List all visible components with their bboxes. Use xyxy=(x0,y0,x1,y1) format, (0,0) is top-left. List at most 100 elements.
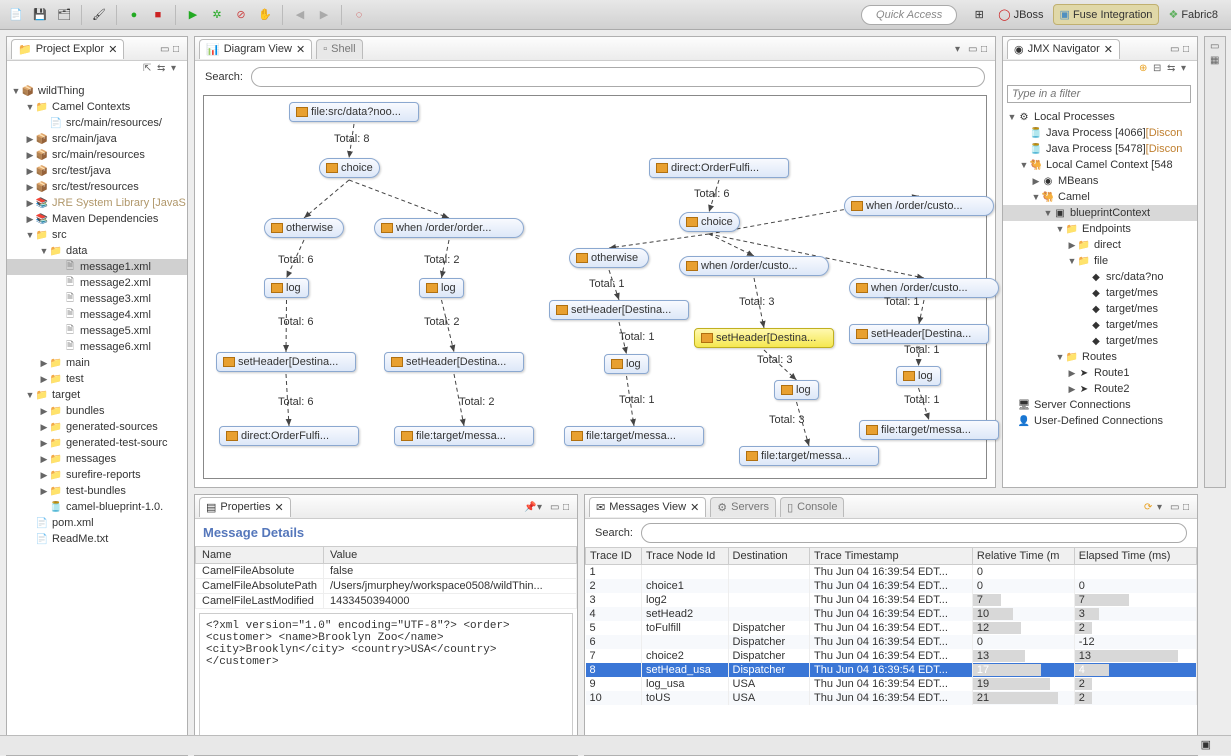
message-row[interactable]: 9log_usaUSAThu Jun 04 16:39:54 EDT...192 xyxy=(586,677,1197,691)
twisty-icon[interactable]: ▶ xyxy=(1067,368,1077,379)
messages-table[interactable]: Trace IDTrace Node IdDestinationTrace Ti… xyxy=(585,547,1197,705)
diagram-view-tab[interactable]: 📊 Diagram View ✕ xyxy=(199,39,312,59)
jmx-navigator-tab[interactable]: ◉ JMX Navigator ✕ xyxy=(1007,39,1120,59)
new-icon[interactable]: 📄 xyxy=(6,5,26,25)
message-row[interactable]: 4setHead2Thu Jun 04 16:39:54 EDT...103 xyxy=(586,607,1197,621)
twisty-icon[interactable]: ▶ xyxy=(1067,384,1077,395)
tree-item[interactable]: ▶📦src/test/resources xyxy=(7,179,187,195)
twisty-icon[interactable]: ▶ xyxy=(25,214,35,225)
diagram-node[interactable]: setHeader[Destina... xyxy=(694,328,834,348)
tree-item[interactable]: ▶📁generated-sources xyxy=(7,419,187,435)
twisty-icon[interactable]: ▼ xyxy=(1067,256,1077,266)
tree-item[interactable]: 📄src/main/resources/ xyxy=(7,115,187,131)
tree-item[interactable]: 🗎message1.xml xyxy=(7,259,187,275)
jmx-tree-item[interactable]: ◆target/mes xyxy=(1003,301,1197,317)
palette-icon[interactable]: ▦ xyxy=(1210,55,1220,65)
jmx-tree-item[interactable]: ◆target/mes xyxy=(1003,333,1197,349)
jmx-tree-item[interactable]: 🖥Server Connections xyxy=(1003,397,1197,413)
twisty-icon[interactable]: ▶ xyxy=(1031,176,1041,187)
jmx-tree-item[interactable]: ▼📁file xyxy=(1003,253,1197,269)
twisty-icon[interactable]: ▶ xyxy=(39,422,49,433)
tree-item[interactable]: ▶📁test xyxy=(7,371,187,387)
jmx-tree-item[interactable]: ◆src/data?no xyxy=(1003,269,1197,285)
shell-tab[interactable]: ▫ Shell xyxy=(316,39,362,59)
jmx-tree-item[interactable]: ▶➤Route2 xyxy=(1003,381,1197,397)
twisty-icon[interactable]: ▼ xyxy=(39,246,49,256)
tree-item[interactable]: ▶📦src/main/java xyxy=(7,131,187,147)
twisty-icon[interactable]: ▶ xyxy=(25,198,35,209)
maximize-icon[interactable]: □ xyxy=(1183,44,1193,54)
jmx-tree-item[interactable]: 👤User-Defined Connections xyxy=(1003,413,1197,429)
twisty-icon[interactable]: ▼ xyxy=(25,390,35,400)
tree-item[interactable]: 📄ReadMe.txt xyxy=(7,531,187,547)
hand-icon[interactable]: ✋ xyxy=(255,5,275,25)
saveall-icon[interactable]: 🗂 xyxy=(54,5,74,25)
open-perspective-icon[interactable]: ⊞ xyxy=(969,5,989,25)
servers-tab[interactable]: ⚙ Servers xyxy=(710,497,776,517)
tree-item[interactable]: 📄pom.xml xyxy=(7,515,187,531)
diagram-node[interactable]: choice xyxy=(319,158,380,178)
jmx-tree-item[interactable]: ▶◉MBeans xyxy=(1003,173,1197,189)
tree-item[interactable]: ▶📁test-bundles xyxy=(7,483,187,499)
console-tab[interactable]: ▯ Console xyxy=(780,497,844,517)
twisty-icon[interactable]: ▼ xyxy=(1055,224,1065,234)
tree-item[interactable]: 🫙camel-blueprint-1.0. xyxy=(7,499,187,515)
message-row[interactable]: 7choice2DispatcherThu Jun 04 16:39:54 ED… xyxy=(586,649,1197,663)
tree-item[interactable]: ▶📁messages xyxy=(7,451,187,467)
maximize-icon[interactable]: □ xyxy=(563,502,573,512)
diagram-canvas[interactable]: file:src/data?noo...choiceotherwisewhen … xyxy=(203,95,987,479)
message-row[interactable]: 5toFulfillDispatcherThu Jun 04 16:39:54 … xyxy=(586,621,1197,635)
minimize-icon[interactable]: ▭ xyxy=(1170,502,1180,512)
new-connection-icon[interactable]: ⊕ xyxy=(1139,63,1149,73)
jmx-tree-item[interactable]: ▼📁Endpoints xyxy=(1003,221,1197,237)
msg-col[interactable]: Elapsed Time (ms) xyxy=(1074,548,1196,565)
tree-item[interactable]: ▶📦src/main/resources xyxy=(7,147,187,163)
refresh-icon[interactable]: ⟳ xyxy=(1144,502,1154,512)
run-green-icon[interactable]: ● xyxy=(124,5,144,25)
twisty-icon[interactable]: ▼ xyxy=(1031,192,1041,202)
messages-view-tab[interactable]: ✉ Messages View ✕ xyxy=(589,497,706,517)
perspective-fabric8[interactable]: ❖Fabric8 xyxy=(1161,4,1225,25)
tree-item[interactable]: ▶📁generated-test-sourc xyxy=(7,435,187,451)
restore-icon[interactable]: ▭ xyxy=(1210,41,1220,51)
link-icon[interactable]: ⇆ xyxy=(1167,63,1177,73)
properties-row[interactable]: CamelFileAbsolutePath/Users/jmurphey/wor… xyxy=(196,579,577,594)
tree-item[interactable]: ▼📁target xyxy=(7,387,187,403)
tree-item[interactable]: ▶📁surefire-reports xyxy=(7,467,187,483)
diagram-node[interactable]: choice xyxy=(679,212,740,232)
twisty-icon[interactable]: ▶ xyxy=(39,374,49,385)
maximize-icon[interactable]: □ xyxy=(173,44,183,54)
msg-col[interactable]: Trace Node Id xyxy=(642,548,729,565)
progress-icon[interactable]: ◌ xyxy=(349,5,369,25)
twisty-icon[interactable]: ▶ xyxy=(39,470,49,481)
diagram-node[interactable]: when /order/custo... xyxy=(849,278,999,298)
diagram-node[interactable]: log xyxy=(604,354,649,374)
diagram-node[interactable]: log xyxy=(774,380,819,400)
back-icon[interactable]: ◀ xyxy=(290,5,310,25)
view-menu-icon[interactable]: ▾ xyxy=(955,44,965,54)
tree-item[interactable]: 🗎message5.xml xyxy=(7,323,187,339)
diagram-node[interactable]: file:src/data?noo... xyxy=(289,102,419,122)
diagram-node[interactable]: when /order/custo... xyxy=(844,196,994,216)
jmx-tree-item[interactable]: ▼🐫Local Camel Context [548 xyxy=(1003,157,1197,173)
diagram-node[interactable]: file:target/messa... xyxy=(564,426,704,446)
diagram-search-input[interactable] xyxy=(251,67,985,87)
diagram-node[interactable]: otherwise xyxy=(569,248,649,268)
jmx-tree-item[interactable]: ▼▣blueprintContext xyxy=(1003,205,1197,221)
tree-item[interactable]: 🗎message3.xml xyxy=(7,291,187,307)
message-row[interactable]: 8setHead_usaDispatcherThu Jun 04 16:39:5… xyxy=(586,663,1197,677)
minimize-icon[interactable]: ▭ xyxy=(550,502,560,512)
props-col-name[interactable]: Name xyxy=(196,547,324,564)
diagram-node[interactable]: file:target/messa... xyxy=(394,426,534,446)
twisty-icon[interactable]: ▶ xyxy=(25,150,35,161)
tree-item[interactable]: ▶📚JRE System Library [JavaS xyxy=(7,195,187,211)
diagram-node[interactable]: log xyxy=(419,278,464,298)
perspective-fuse[interactable]: ▣Fuse Integration xyxy=(1053,4,1160,25)
maximize-icon[interactable]: □ xyxy=(1183,502,1193,512)
diagram-node[interactable]: log xyxy=(896,366,941,386)
tree-item[interactable]: ▼📁src xyxy=(7,227,187,243)
debug-icon[interactable]: ✲ xyxy=(207,5,227,25)
tree-item[interactable]: ▶📦src/test/java xyxy=(7,163,187,179)
stop-red-icon[interactable]: ■ xyxy=(148,5,168,25)
pin-icon[interactable]: 📌 xyxy=(524,502,534,512)
